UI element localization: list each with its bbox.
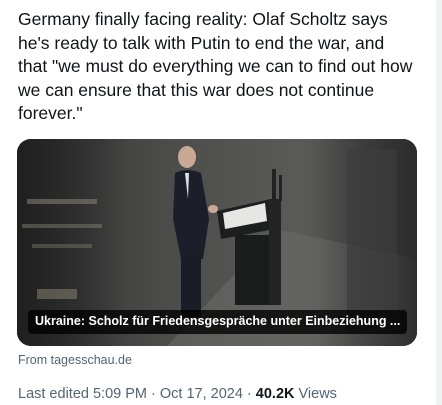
card-caption: Ukraine: Scholz für Friedensgespräche un… (28, 310, 408, 334)
link-source[interactable]: From tagesschau.de (18, 353, 132, 367)
views-count: 40.2K (255, 386, 295, 402)
views-label: Views (294, 386, 337, 402)
tweet-text: Germany finally facing reality: Olaf Sch… (18, 9, 413, 123)
tweet-meta: Last edited 5:09 PM · Oct 17, 2024 · 40.… (18, 386, 337, 402)
scrollbar-track[interactable] (436, 0, 442, 405)
edited-timestamp[interactable]: Last edited 5:09 PM · Oct 17, 2024 · (18, 386, 256, 402)
link-card[interactable]: Ukraine: Scholz für Friedensgespräche un… (17, 139, 417, 346)
